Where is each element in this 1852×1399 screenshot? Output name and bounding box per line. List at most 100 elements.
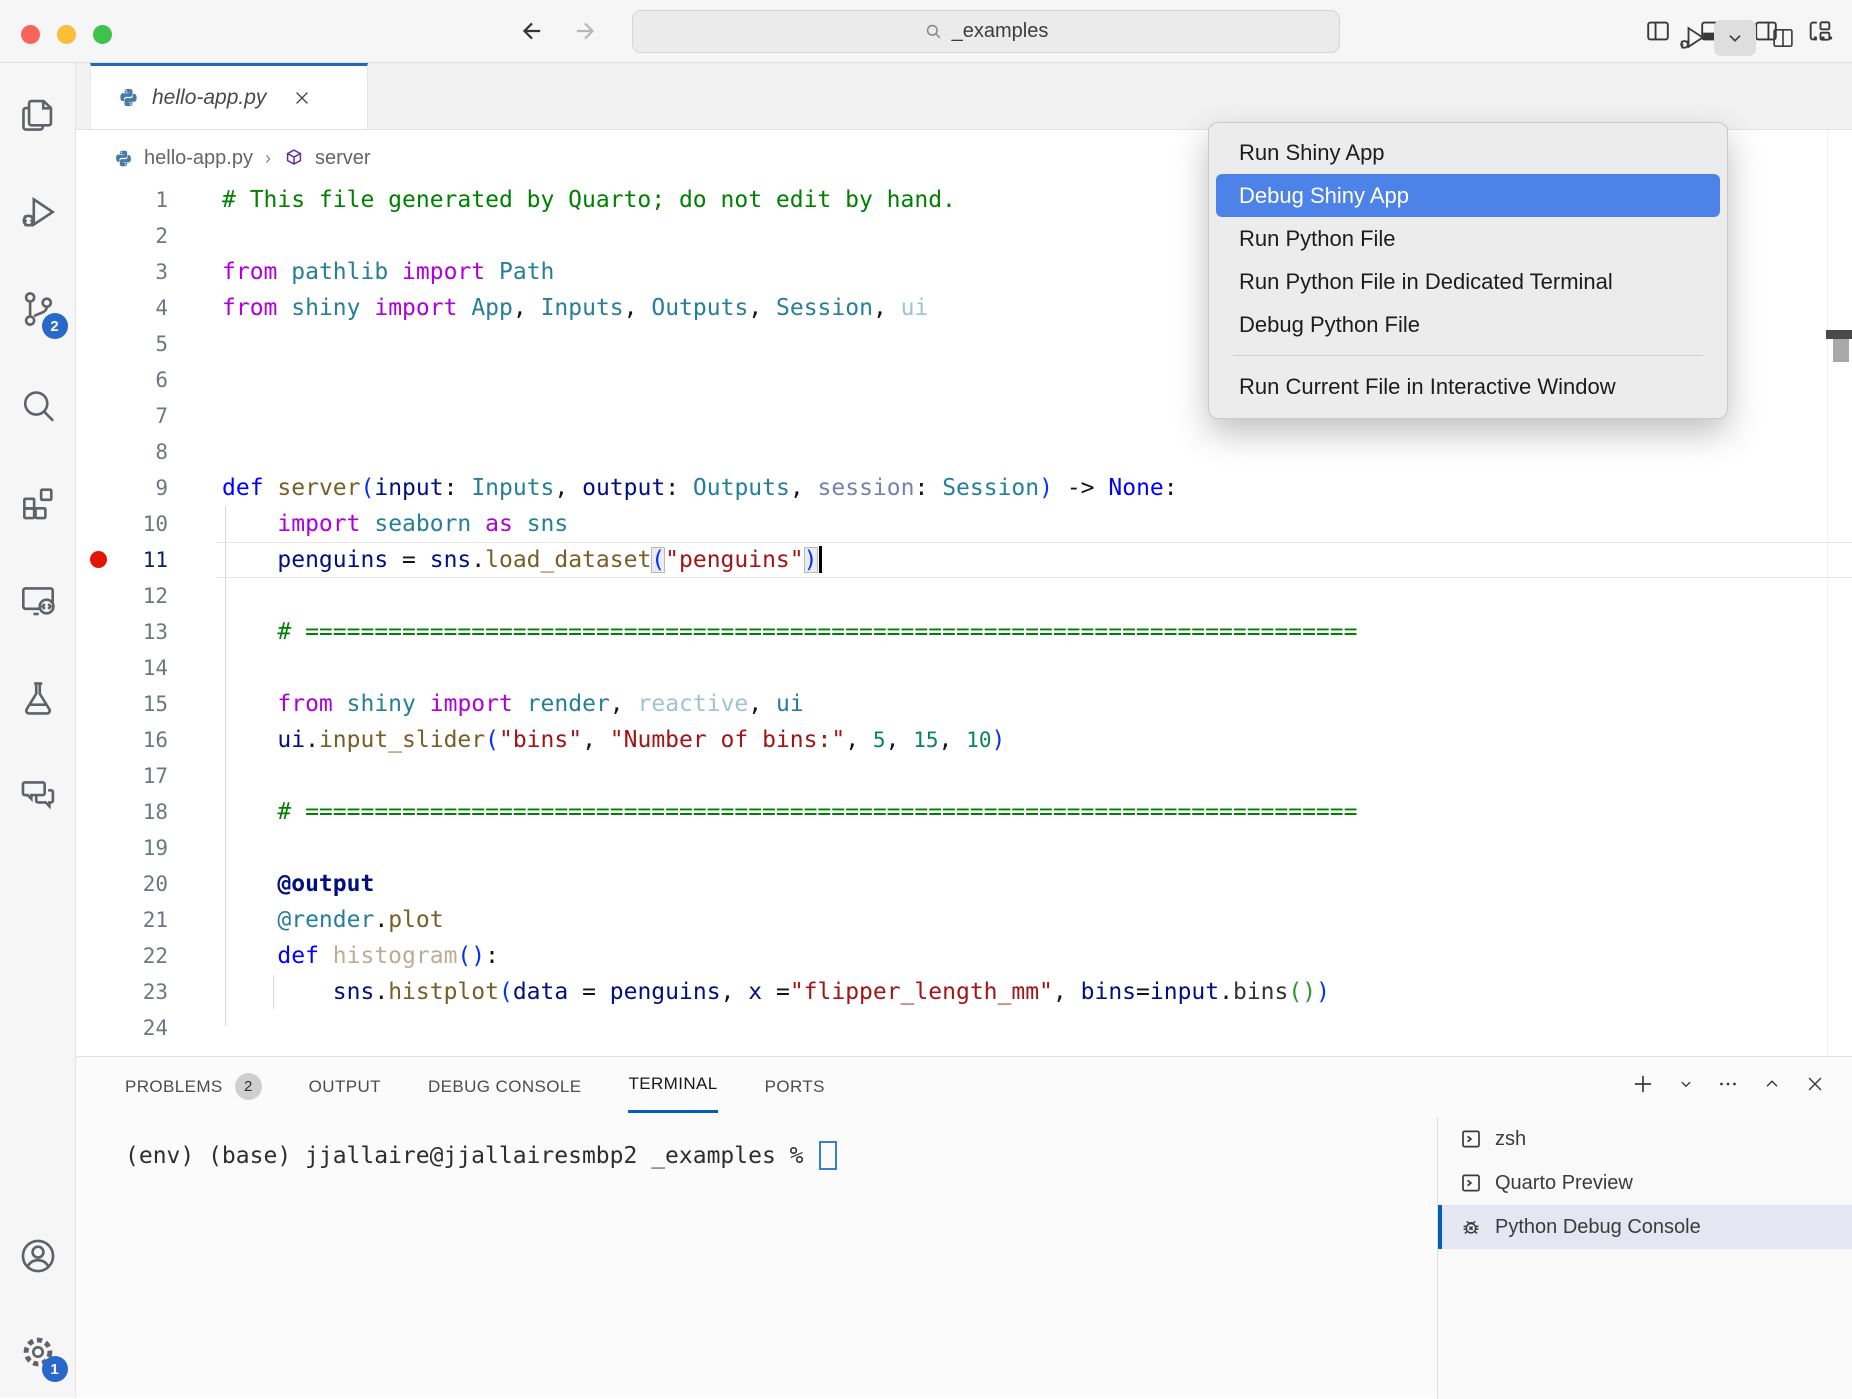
- breakpoint-margin[interactable]: [75, 974, 111, 1010]
- symbol-cube-icon: [283, 147, 305, 169]
- breakpoint-margin[interactable]: [75, 398, 111, 434]
- tab-hello-app[interactable]: hello-app.py: [90, 63, 368, 129]
- editor-actions: [1676, 20, 1836, 56]
- breakpoint-margin[interactable]: [75, 722, 111, 758]
- code-text[interactable]: import seaborn as sns: [222, 506, 568, 542]
- activity-item-settings-gear[interactable]: 1: [6, 1320, 70, 1384]
- python-icon: [113, 148, 134, 169]
- breakpoint-margin[interactable]: [75, 218, 111, 254]
- activity-item-source-control[interactable]: 2: [6, 277, 70, 341]
- more-actions-icon[interactable]: [1810, 25, 1836, 51]
- traffic-light-close[interactable]: [21, 25, 40, 44]
- plus-icon[interactable]: [1630, 1071, 1656, 1097]
- activity-item-explorer[interactable]: [6, 83, 70, 147]
- breakpoint-margin[interactable]: [75, 866, 111, 902]
- breadcrumb-symbol[interactable]: server: [315, 147, 371, 170]
- code-line: 8: [75, 434, 1852, 470]
- panel-tab-problems[interactable]: PROBLEMS2: [125, 1057, 262, 1113]
- line-number: 24: [111, 1010, 168, 1046]
- breakpoint-margin[interactable]: [75, 686, 111, 722]
- code-text[interactable]: # This file generated by Quarto; do not …: [222, 182, 956, 218]
- split-editor-icon[interactable]: [1770, 25, 1796, 51]
- close-icon[interactable]: [292, 88, 312, 108]
- breakpoint-margin[interactable]: [75, 362, 111, 398]
- breakpoint-margin[interactable]: [75, 830, 111, 866]
- back-icon[interactable]: [518, 17, 546, 45]
- breakpoint-margin[interactable]: [75, 542, 111, 578]
- chevron-down-icon[interactable]: [1677, 1075, 1695, 1093]
- activity-item-extensions[interactable]: [6, 471, 70, 535]
- breakpoint-margin[interactable]: [75, 758, 111, 794]
- layout-sidebar-left-button[interactable]: [1644, 17, 1672, 45]
- panel-tab-terminal[interactable]: TERMINAL: [628, 1057, 717, 1113]
- activity-item-run-debug[interactable]: [6, 180, 70, 244]
- breakpoint-margin[interactable]: [75, 290, 111, 326]
- code-text[interactable]: # ======================================…: [222, 614, 1357, 650]
- breakpoint-margin[interactable]: [75, 650, 111, 686]
- terminal-prompt: (env) (base) jjallaire@jjallairesmbp2 _e…: [125, 1143, 817, 1169]
- terminal[interactable]: (env) (base) jjallaire@jjallairesmbp2 _e…: [125, 1141, 837, 1170]
- command-center-search[interactable]: _examples: [632, 10, 1340, 53]
- forward-icon[interactable]: [571, 17, 599, 45]
- code-text[interactable]: # ======================================…: [222, 794, 1357, 830]
- breakpoint-margin[interactable]: [75, 434, 111, 470]
- ellipsis-icon[interactable]: [1716, 1072, 1740, 1096]
- chevron-up-icon[interactable]: [1761, 1073, 1783, 1095]
- menu-item[interactable]: Run Shiny App: [1209, 131, 1727, 174]
- activity-item-testing[interactable]: [6, 665, 70, 729]
- panel-tab-output[interactable]: OUTPUT: [309, 1057, 381, 1113]
- traffic-light-zoom[interactable]: [93, 25, 112, 44]
- breakpoint-margin[interactable]: [75, 614, 111, 650]
- line-number: 22: [111, 938, 168, 974]
- scrollbar-thumb[interactable]: [1833, 339, 1849, 362]
- code-text[interactable]: ui.input_slider("bins", "Number of bins:…: [222, 722, 1005, 758]
- indent-guide: [273, 975, 274, 1009]
- breakpoint-margin[interactable]: [75, 506, 111, 542]
- breakpoint-margin[interactable]: [75, 794, 111, 830]
- breakpoint-margin[interactable]: [75, 326, 111, 362]
- terminal-list-item[interactable]: zsh: [1438, 1117, 1852, 1161]
- code-text[interactable]: @render.plot: [222, 902, 444, 938]
- terminal-list-label: Python Debug Console: [1495, 1216, 1701, 1239]
- breadcrumb: hello-app.py › server: [113, 142, 371, 174]
- activity-bar-bottom: 1: [0, 1224, 75, 1398]
- code-text[interactable]: @output: [222, 866, 374, 902]
- panel-tab-ports[interactable]: PORTS: [765, 1057, 825, 1113]
- breakpoint-margin[interactable]: [75, 578, 111, 614]
- activity-item-account[interactable]: [6, 1224, 70, 1288]
- activity-bar: 2 1: [0, 63, 76, 1398]
- panel-tab-debug-console[interactable]: DEBUG CONSOLE: [428, 1057, 582, 1113]
- code-text[interactable]: penguins = sns.load_dataset("penguins"): [222, 542, 822, 578]
- activity-item-chat[interactable]: [6, 762, 70, 826]
- menu-item[interactable]: Run Current File in Interactive Window: [1209, 365, 1727, 408]
- breakpoint-margin[interactable]: [75, 182, 111, 218]
- menu-item[interactable]: Debug Python File: [1209, 303, 1727, 346]
- menu-item[interactable]: Run Python File: [1209, 217, 1727, 260]
- code-text[interactable]: from shiny import render, reactive, ui: [222, 686, 804, 722]
- activity-item-remote-explorer[interactable]: [6, 568, 70, 632]
- code-text[interactable]: sns.histplot(data = penguins, x ="flippe…: [222, 974, 1330, 1010]
- breakpoint-margin[interactable]: [75, 254, 111, 290]
- close-icon[interactable]: [1804, 1073, 1826, 1095]
- breakpoint-margin[interactable]: [75, 902, 111, 938]
- panel-tab-label: OUTPUT: [309, 1077, 381, 1097]
- breadcrumb-file[interactable]: hello-app.py: [144, 147, 253, 170]
- terminal-list-item[interactable]: Python Debug Console: [1438, 1205, 1852, 1249]
- tab-title: hello-app.py: [152, 86, 266, 110]
- code-text[interactable]: from shiny import App, Inputs, Outputs, …: [222, 290, 928, 326]
- breakpoint-margin[interactable]: [75, 1010, 111, 1046]
- run-dropdown-button[interactable]: [1714, 20, 1756, 56]
- code-text[interactable]: from pathlib import Path: [222, 254, 554, 290]
- code-text[interactable]: def server(input: Inputs, output: Output…: [222, 470, 1178, 506]
- menu-item[interactable]: Run Python File in Dedicated Terminal: [1209, 260, 1727, 303]
- terminal-list-item[interactable]: Quarto Preview: [1438, 1161, 1852, 1205]
- panel-tab-label: DEBUG CONSOLE: [428, 1077, 582, 1097]
- breakpoint-margin[interactable]: [75, 938, 111, 974]
- menu-item[interactable]: Debug Shiny App: [1216, 174, 1720, 217]
- traffic-light-minimize[interactable]: [57, 25, 76, 44]
- breakpoint-icon[interactable]: [90, 551, 107, 568]
- breakpoint-margin[interactable]: [75, 470, 111, 506]
- run-debug-file-icon[interactable]: [1676, 22, 1708, 54]
- code-text[interactable]: def histogram():: [222, 938, 499, 974]
- activity-item-search[interactable]: [6, 374, 70, 438]
